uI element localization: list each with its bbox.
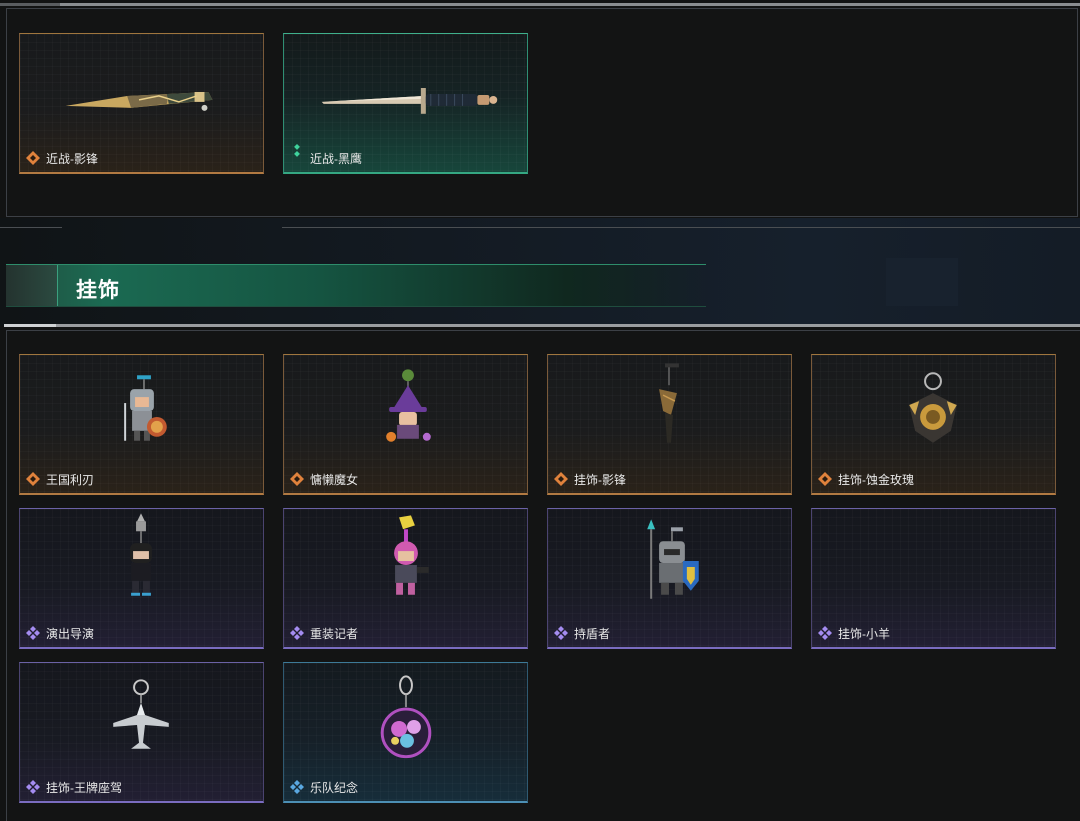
item-name: 演出导演 <box>46 627 95 641</box>
top-divider-accent <box>0 3 60 6</box>
section-title: 挂饰 <box>76 279 120 302</box>
witch-charm-icon <box>386 369 431 442</box>
rarity-double-diamond-icon <box>294 144 300 157</box>
item-card-melee-black-eagle[interactable]: 近战-黑鹰 <box>283 33 528 174</box>
item-name: 挂饰-蚀金玫瑰 <box>838 473 914 487</box>
rarity-diamond-icon <box>818 472 832 486</box>
rose-charm-icon <box>909 372 957 443</box>
charms-panel: 王国利刃 慵懒魔女 挂饰-影锋 挂饰-蚀金玫瑰 演出导演 重装记者 持盾者 挂饰… <box>6 330 1080 821</box>
rarity-cluster-icon <box>290 780 304 794</box>
item-name: 挂饰-王牌座驾 <box>46 781 122 795</box>
item-name: 慵懒魔女 <box>310 473 359 487</box>
top-divider <box>0 3 1080 6</box>
knife-icon <box>321 88 498 114</box>
director-charm-icon <box>130 513 152 596</box>
badge-charm-icon <box>380 675 432 759</box>
header-notch <box>6 265 58 306</box>
item-card-charm-kingdom-blade[interactable]: 王国利刃 <box>19 354 264 495</box>
item-name: 近战-黑鹰 <box>310 152 362 166</box>
rarity-cluster-icon <box>26 626 40 640</box>
item-card-charm-gilded-rose[interactable]: 挂饰-蚀金玫瑰 <box>811 354 1056 495</box>
reporter-charm-icon <box>394 515 429 595</box>
section-divider-accent <box>4 324 56 327</box>
item-name: 持盾者 <box>574 627 611 641</box>
knight-charm-icon <box>124 375 167 441</box>
band-decoration <box>886 258 958 306</box>
inventory-page: 近战-影锋 近战-黑鹰 挂饰 王国利刃 慵懒魔女 挂饰-影锋 挂饰-蚀金玫瑰 演… <box>0 0 1080 821</box>
rarity-diamond-icon <box>554 472 568 486</box>
item-name: 近战-影锋 <box>46 152 98 166</box>
item-card-melee-shadow-blade[interactable]: 近战-影锋 <box>19 33 264 174</box>
melee-panel: 近战-影锋 近战-黑鹰 <box>6 8 1078 217</box>
item-card-charm-heavy-reporter[interactable]: 重装记者 <box>283 508 528 649</box>
item-card-charm-show-director[interactable]: 演出导演 <box>19 508 264 649</box>
jet-charm-icon <box>113 679 169 749</box>
blade-charm-icon <box>659 363 679 443</box>
section-divider <box>4 324 1080 327</box>
knife-icon <box>65 91 213 111</box>
item-name: 乐队纪念 <box>310 781 359 795</box>
item-name: 挂饰-小羊 <box>838 627 890 641</box>
rarity-cluster-icon <box>818 626 832 640</box>
band-divider <box>282 227 1080 228</box>
shield-knight-charm-icon <box>647 519 699 599</box>
item-card-charm-lazy-witch[interactable]: 慵懒魔女 <box>283 354 528 495</box>
item-name: 重装记者 <box>310 627 359 641</box>
item-name: 挂饰-影锋 <box>574 473 626 487</box>
item-card-charm-shadow-blade[interactable]: 挂饰-影锋 <box>547 354 792 495</box>
band-divider <box>0 227 62 228</box>
item-name: 王国利刃 <box>46 473 95 487</box>
item-card-charm-shield-bearer[interactable]: 持盾者 <box>547 508 792 649</box>
item-card-charm-ace-ride[interactable]: 挂饰-王牌座驾 <box>19 662 264 803</box>
item-card-charm-little-lamb[interactable]: 挂饰-小羊 <box>811 508 1056 649</box>
rarity-diamond-icon <box>26 151 40 165</box>
rarity-cluster-icon <box>26 780 40 794</box>
charms-section-header: 挂饰 <box>6 264 706 307</box>
rarity-cluster-icon <box>290 626 304 640</box>
rarity-diamond-icon <box>290 472 304 486</box>
rarity-cluster-icon <box>554 626 568 640</box>
item-card-charm-band-memorial[interactable]: 乐队纪念 <box>283 662 528 803</box>
rarity-diamond-icon <box>26 472 40 486</box>
